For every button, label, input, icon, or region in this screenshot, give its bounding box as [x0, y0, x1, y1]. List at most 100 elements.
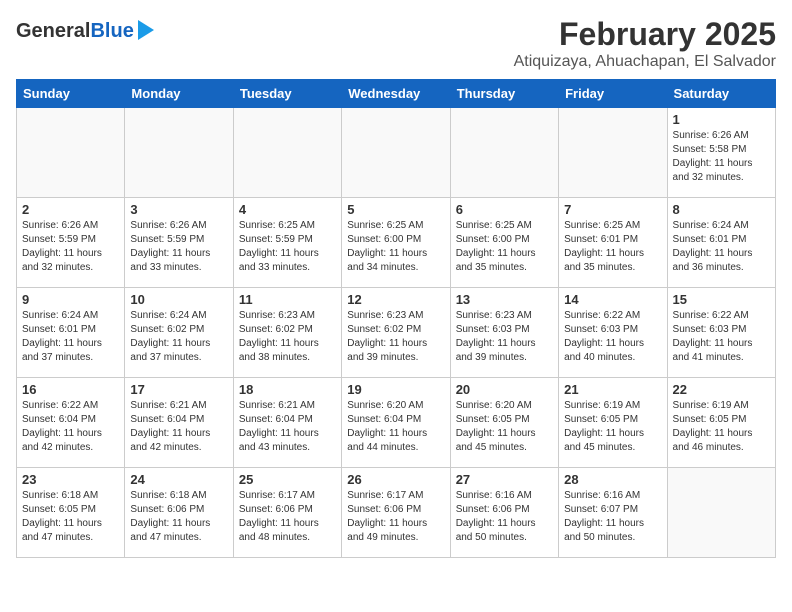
calendar-cell: [233, 108, 341, 198]
calendar-cell: [342, 108, 450, 198]
calendar-cell: 25 Sunrise: 6:17 AM Sunset: 6:06 PM Dayli…: [233, 468, 341, 558]
day-info: Sunrise: 6:17 AM Sunset: 6:06 PM Dayligh…: [239, 489, 336, 545]
day-info: Sunrise: 6:25 AM Sunset: 6:00 PM Dayligh…: [347, 219, 444, 275]
calendar-cell: [559, 108, 667, 198]
day-number: 11: [239, 292, 336, 307]
day-number: 19: [347, 382, 444, 397]
day-info: Sunrise: 6:18 AM Sunset: 6:06 PM Dayligh…: [130, 489, 227, 545]
calendar-cell: 7 Sunrise: 6:25 AM Sunset: 6:01 PM Daylig…: [559, 198, 667, 288]
calendar-cell: 23 Sunrise: 6:18 AM Sunset: 6:05 PM Dayli…: [17, 468, 125, 558]
calendar-week-row: 23 Sunrise: 6:18 AM Sunset: 6:05 PM Dayli…: [17, 468, 776, 558]
calendar-cell: 14Sunrise: 6:22 AM Sunset: 6:03 PM Dayli…: [559, 288, 667, 378]
day-info: Sunrise: 6:21 AM Sunset: 6:04 PM Dayligh…: [239, 399, 336, 455]
day-number: 4: [239, 202, 336, 217]
calendar-cell: 18 Sunrise: 6:21 AM Sunset: 6:04 PM Dayli…: [233, 378, 341, 468]
day-of-week-header: Thursday: [450, 80, 558, 108]
day-info: Sunrise: 6:17 AM Sunset: 6:06 PM Dayligh…: [347, 489, 444, 545]
calendar-cell: 26 Sunrise: 6:17 AM Sunset: 6:06 PM Dayli…: [342, 468, 450, 558]
day-number: 15: [673, 292, 770, 307]
day-info: Sunrise: 6:18 AM Sunset: 6:05 PM Dayligh…: [22, 489, 119, 545]
day-number: 24: [130, 472, 227, 487]
day-number: 2: [22, 202, 119, 217]
day-number: 14: [564, 292, 661, 307]
calendar-cell: 27 Sunrise: 6:16 AM Sunset: 6:06 PM Dayli…: [450, 468, 558, 558]
logo-general: General: [16, 20, 90, 42]
day-info: Sunrise: 6:26 AM Sunset: 5:58 PM Dayligh…: [673, 129, 770, 185]
title-block: February 2025 Atiquizaya, Ahuachapan, El…: [514, 16, 776, 71]
day-info: Sunrise: 6:16 AM Sunset: 6:06 PM Dayligh…: [456, 489, 553, 545]
day-info: Sunrise: 6:20 AM Sunset: 6:05 PM Dayligh…: [456, 399, 553, 455]
day-info: Sunrise: 6:26 AM Sunset: 5:59 PM Dayligh…: [22, 219, 119, 275]
month-title: February 2025: [514, 16, 776, 53]
calendar-cell: 22Sunrise: 6:19 AM Sunset: 6:05 PM Dayli…: [667, 378, 775, 468]
day-number: 20: [456, 382, 553, 397]
day-of-week-header: Sunday: [17, 80, 125, 108]
calendar-cell: 5 Sunrise: 6:25 AM Sunset: 6:00 PM Daylig…: [342, 198, 450, 288]
calendar: SundayMondayTuesdayWednesdayThursdayFrid…: [16, 79, 776, 558]
logo-text: GeneralBlue: [16, 20, 134, 42]
calendar-cell: 1Sunrise: 6:26 AM Sunset: 5:58 PM Daylig…: [667, 108, 775, 198]
day-number: 28: [564, 472, 661, 487]
logo: GeneralBlue: [16, 20, 154, 42]
calendar-cell: [17, 108, 125, 198]
logo-arrow-icon: [138, 20, 154, 40]
day-info: Sunrise: 6:22 AM Sunset: 6:03 PM Dayligh…: [673, 309, 770, 365]
day-info: Sunrise: 6:19 AM Sunset: 6:05 PM Dayligh…: [564, 399, 661, 455]
day-info: Sunrise: 6:23 AM Sunset: 6:03 PM Dayligh…: [456, 309, 553, 365]
calendar-cell: 2 Sunrise: 6:26 AM Sunset: 5:59 PM Daylig…: [17, 198, 125, 288]
day-number: 12: [347, 292, 444, 307]
calendar-cell: 13Sunrise: 6:23 AM Sunset: 6:03 PM Dayli…: [450, 288, 558, 378]
day-number: 3: [130, 202, 227, 217]
calendar-cell: 12 Sunrise: 6:23 AM Sunset: 6:02 PM Dayli…: [342, 288, 450, 378]
day-info: Sunrise: 6:23 AM Sunset: 6:02 PM Dayligh…: [347, 309, 444, 365]
day-number: 8: [673, 202, 770, 217]
page-header: GeneralBlue February 2025 Atiquizaya, Ah…: [16, 16, 776, 71]
calendar-week-row: 2 Sunrise: 6:26 AM Sunset: 5:59 PM Daylig…: [17, 198, 776, 288]
calendar-cell: [450, 108, 558, 198]
day-info: Sunrise: 6:24 AM Sunset: 6:01 PM Dayligh…: [673, 219, 770, 275]
day-number: 22: [673, 382, 770, 397]
day-number: 26: [347, 472, 444, 487]
day-number: 23: [22, 472, 119, 487]
day-info: Sunrise: 6:16 AM Sunset: 6:07 PM Dayligh…: [564, 489, 661, 545]
calendar-cell: [125, 108, 233, 198]
day-info: Sunrise: 6:24 AM Sunset: 6:01 PM Dayligh…: [22, 309, 119, 365]
calendar-cell: 16 Sunrise: 6:22 AM Sunset: 6:04 PM Dayli…: [17, 378, 125, 468]
day-of-week-header: Wednesday: [342, 80, 450, 108]
location-title: Atiquizaya, Ahuachapan, El Salvador: [514, 53, 776, 71]
day-of-week-header: Friday: [559, 80, 667, 108]
day-number: 18: [239, 382, 336, 397]
day-info: Sunrise: 6:26 AM Sunset: 5:59 PM Dayligh…: [130, 219, 227, 275]
calendar-cell: 6 Sunrise: 6:25 AM Sunset: 6:00 PM Daylig…: [450, 198, 558, 288]
calendar-cell: 19 Sunrise: 6:20 AM Sunset: 6:04 PM Dayli…: [342, 378, 450, 468]
calendar-cell: 17Sunrise: 6:21 AM Sunset: 6:04 PM Dayli…: [125, 378, 233, 468]
day-info: Sunrise: 6:22 AM Sunset: 6:04 PM Dayligh…: [22, 399, 119, 455]
calendar-cell: 24 Sunrise: 6:18 AM Sunset: 6:06 PM Dayli…: [125, 468, 233, 558]
day-of-week-header: Saturday: [667, 80, 775, 108]
calendar-header-row: SundayMondayTuesdayWednesdayThursdayFrid…: [17, 80, 776, 108]
day-info: Sunrise: 6:23 AM Sunset: 6:02 PM Dayligh…: [239, 309, 336, 365]
calendar-cell: [667, 468, 775, 558]
calendar-week-row: 9 Sunrise: 6:24 AM Sunset: 6:01 PM Daylig…: [17, 288, 776, 378]
calendar-week-row: 16 Sunrise: 6:22 AM Sunset: 6:04 PM Dayli…: [17, 378, 776, 468]
day-number: 6: [456, 202, 553, 217]
calendar-cell: 8 Sunrise: 6:24 AM Sunset: 6:01 PM Daylig…: [667, 198, 775, 288]
day-number: 16: [22, 382, 119, 397]
day-of-week-header: Monday: [125, 80, 233, 108]
calendar-cell: 4Sunrise: 6:25 AM Sunset: 5:59 PM Daylig…: [233, 198, 341, 288]
calendar-cell: 21Sunrise: 6:19 AM Sunset: 6:05 PM Dayli…: [559, 378, 667, 468]
calendar-cell: 15 Sunrise: 6:22 AM Sunset: 6:03 PM Dayli…: [667, 288, 775, 378]
calendar-cell: 20 Sunrise: 6:20 AM Sunset: 6:05 PM Dayli…: [450, 378, 558, 468]
logo-blue: Blue: [90, 20, 133, 42]
day-info: Sunrise: 6:20 AM Sunset: 6:04 PM Dayligh…: [347, 399, 444, 455]
day-number: 9: [22, 292, 119, 307]
day-info: Sunrise: 6:25 AM Sunset: 6:00 PM Dayligh…: [456, 219, 553, 275]
day-number: 25: [239, 472, 336, 487]
day-of-week-header: Tuesday: [233, 80, 341, 108]
day-info: Sunrise: 6:25 AM Sunset: 6:01 PM Dayligh…: [564, 219, 661, 275]
day-number: 27: [456, 472, 553, 487]
day-number: 7: [564, 202, 661, 217]
day-number: 5: [347, 202, 444, 217]
calendar-cell: 11 Sunrise: 6:23 AM Sunset: 6:02 PM Dayli…: [233, 288, 341, 378]
calendar-cell: 28 Sunrise: 6:16 AM Sunset: 6:07 PM Dayli…: [559, 468, 667, 558]
